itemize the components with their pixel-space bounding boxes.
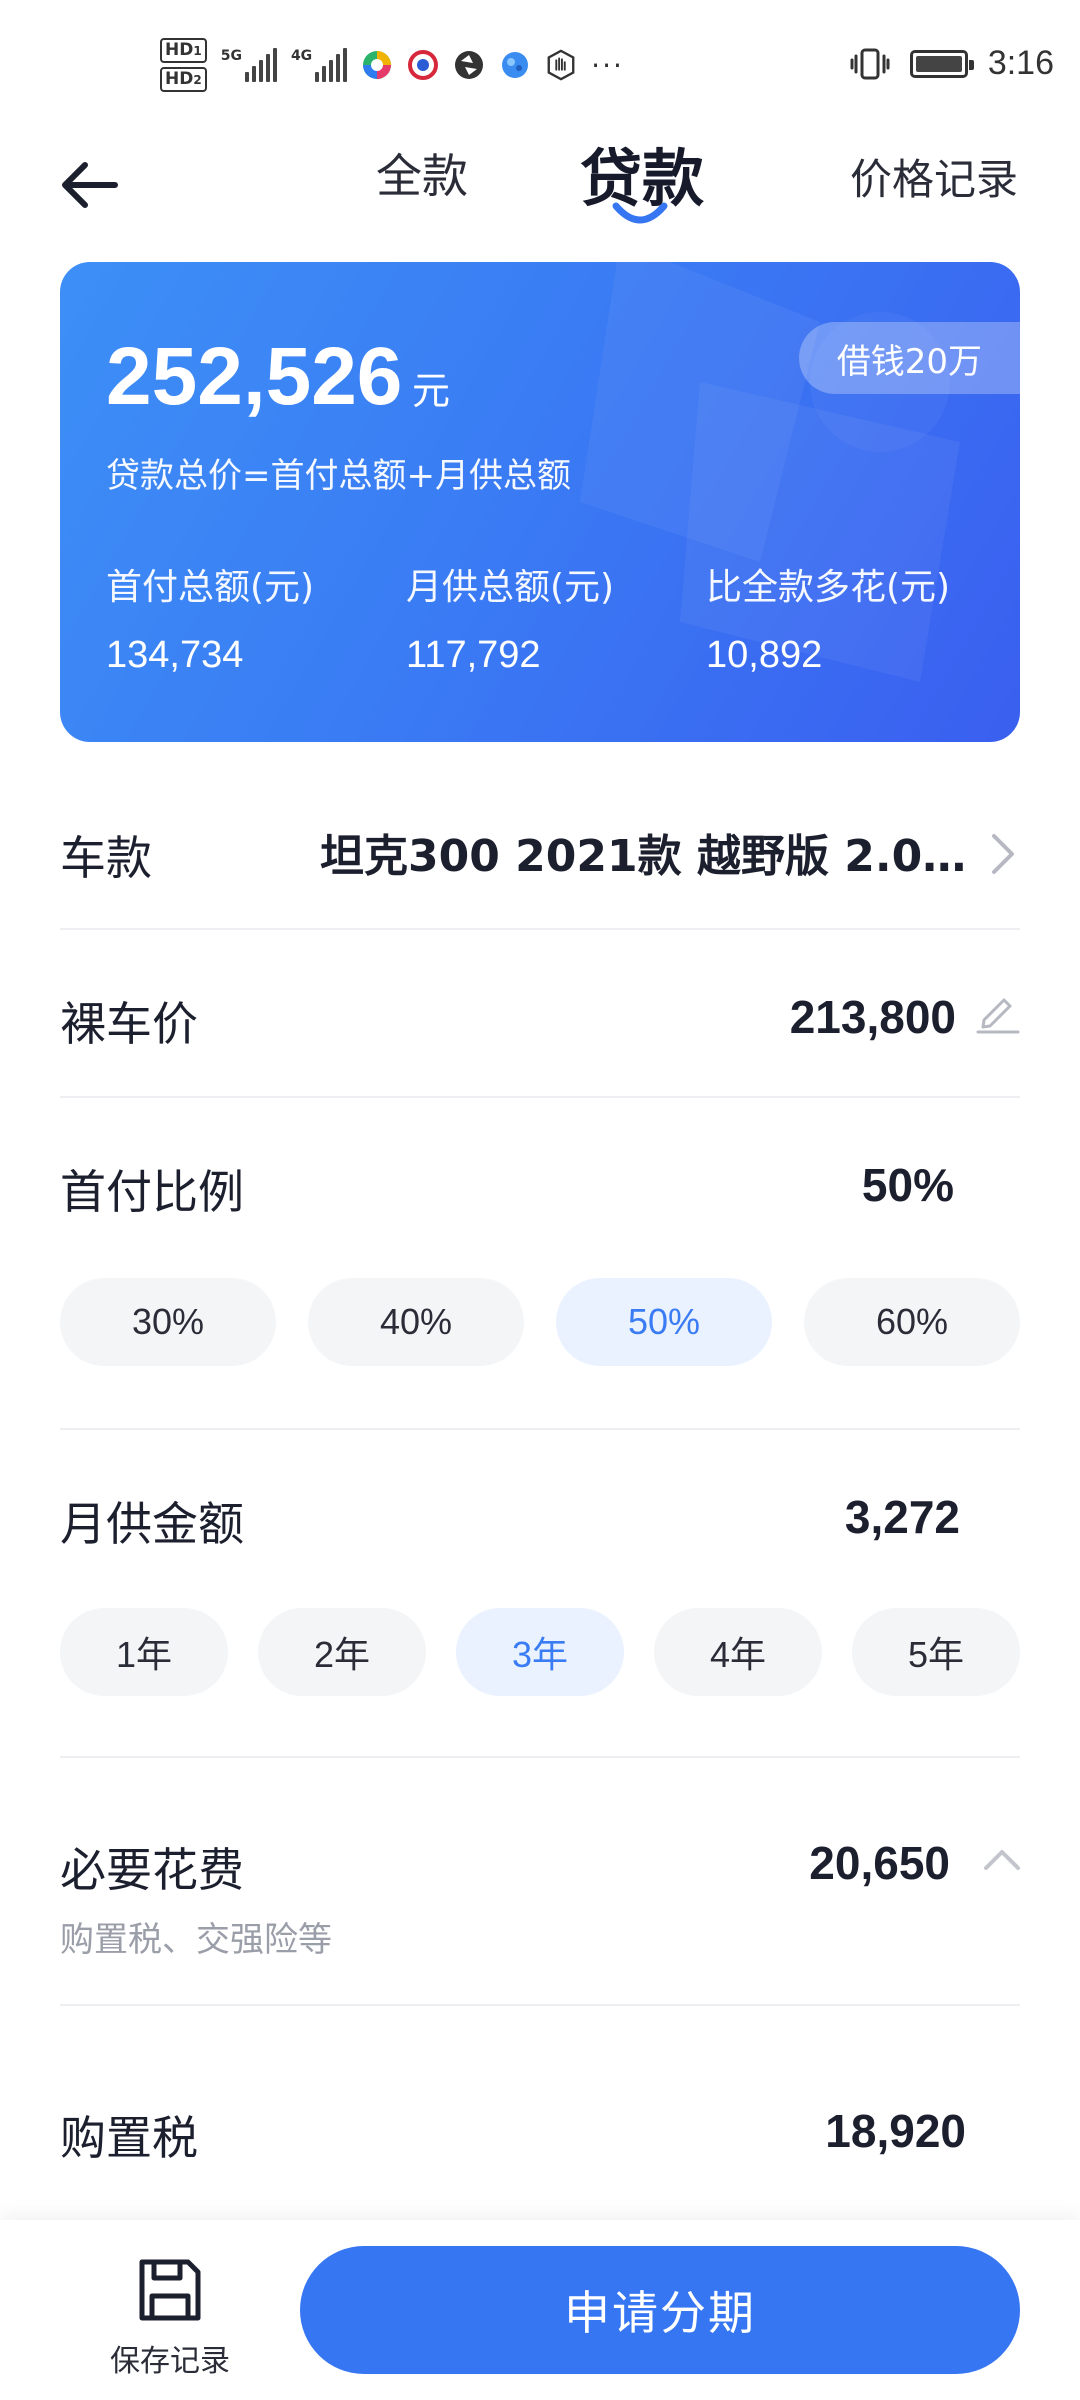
- divider: [60, 1096, 1020, 1098]
- status-right: 3:16: [850, 44, 1054, 83]
- more-notifications: ···: [591, 48, 624, 82]
- save-disk-icon: [139, 2259, 201, 2321]
- bare-price-label: 裸车价: [60, 997, 198, 1051]
- loan-term-option[interactable]: 5年: [852, 1608, 1020, 1696]
- status-left: HD1 HD2 5G 4G ···: [160, 38, 624, 92]
- signal-bars-icon: [315, 48, 348, 82]
- loan-term-option-selected[interactable]: 3年: [456, 1608, 624, 1696]
- divider: [60, 1756, 1020, 1758]
- hd-indicators: HD1 HD2: [160, 38, 207, 92]
- model-value[interactable]: 坦克300 2021款 越野版 2.0T...: [320, 820, 980, 884]
- down-payment-value: 50%: [861, 1159, 954, 1211]
- divider: [60, 928, 1020, 930]
- bottom-action-bar: 保存记录 申请分期: [0, 2220, 1080, 2400]
- tab-active-indicator: [612, 202, 668, 224]
- back-arrow-icon: [62, 162, 118, 208]
- hand-icon: [545, 49, 577, 81]
- metric-down-payment: 首付总额(元) 134,734: [106, 558, 314, 677]
- hd2-badge: HD2: [160, 67, 207, 92]
- chevron-right-icon[interactable]: [990, 832, 1016, 876]
- down-payment-option-selected[interactable]: 50%: [556, 1278, 772, 1366]
- metric-label: 比全款多花(元): [706, 567, 951, 608]
- monthly-payment-value: 3,272: [844, 1491, 960, 1543]
- metric-extra-cost: 比全款多花(元) 10,892: [706, 558, 950, 677]
- metric-value: 134,734: [106, 634, 244, 676]
- app-notification-icon: [453, 49, 485, 81]
- tab-full-payment[interactable]: 全款: [376, 140, 468, 206]
- hd1-badge: HD1: [160, 38, 207, 63]
- divider: [60, 1428, 1020, 1430]
- save-record-label: 保存记录: [110, 2344, 230, 2379]
- down-payment-options: 30% 40% 50% 60%: [60, 1278, 1020, 1366]
- edit-icon[interactable]: [974, 988, 1020, 1034]
- app-notification-icon: [361, 49, 393, 81]
- loan-term-option[interactable]: 2年: [258, 1608, 426, 1696]
- down-payment-option[interactable]: 40%: [308, 1278, 524, 1366]
- app-notification-icon: [407, 49, 439, 81]
- model-label: 车款: [60, 831, 152, 885]
- loan-term-options: 1年 2年 3年 4年 5年: [60, 1608, 1020, 1696]
- save-record-button[interactable]: 保存记录: [100, 2254, 240, 2384]
- metric-label: 首付总额(元): [106, 567, 315, 608]
- app-notification-icon: [499, 49, 531, 81]
- status-time: 3:16: [987, 44, 1054, 82]
- status-bar: HD1 HD2 5G 4G ··· 3:16: [0, 0, 1080, 130]
- down-payment-option[interactable]: 30%: [60, 1278, 276, 1366]
- down-payment-option[interactable]: 60%: [804, 1278, 1020, 1366]
- purchase-tax-value: 18,920: [825, 2105, 966, 2157]
- loan-summary-card: 借钱20万 252,526 元 贷款总价=首付总额+月供总额 首付总额(元) 1…: [60, 262, 1020, 742]
- total-price-unit: 元: [412, 369, 451, 413]
- price-record-link[interactable]: 价格记录: [850, 146, 1018, 207]
- down-payment-label: 首付比例: [60, 1165, 244, 1219]
- loan-term-option[interactable]: 4年: [654, 1608, 822, 1696]
- metric-label: 月供总额(元): [406, 567, 615, 608]
- signal-bars-icon: [244, 48, 277, 82]
- loan-amount-tag: 借钱20万: [798, 322, 1020, 394]
- required-fees-value: 20,650: [809, 1837, 950, 1889]
- apply-installment-button[interactable]: 申请分期: [300, 2246, 1020, 2374]
- bare-price-value: 213,800: [789, 991, 956, 1043]
- metric-value: 10,892: [706, 634, 823, 676]
- purchase-tax-label: 购置税: [60, 2111, 198, 2165]
- loan-formula: 贷款总价=首付总额+月供总额: [106, 456, 571, 496]
- page: HD1 HD2 5G 4G ··· 3:16 全款 贷款 价格记录 借钱20万 …: [0, 0, 1080, 2400]
- required-fees-note: 购置税、交强险等: [60, 1920, 332, 1960]
- signal-5g: 5G: [221, 48, 277, 82]
- net-label-5g: 5G: [220, 48, 242, 64]
- monthly-payment-label: 月供金额: [60, 1497, 244, 1551]
- signal-4g: 4G: [290, 48, 348, 82]
- vibrate-icon: [850, 48, 890, 80]
- divider: [60, 2004, 1020, 2006]
- metric-monthly-total: 月供总额(元) 117,792: [406, 558, 614, 677]
- battery-icon: [909, 49, 974, 78]
- loan-term-option[interactable]: 1年: [60, 1608, 228, 1696]
- back-button[interactable]: [54, 150, 124, 220]
- metric-value: 117,792: [406, 634, 541, 676]
- required-fees-label: 必要花费: [60, 1843, 244, 1897]
- net-label-4g: 4G: [290, 48, 313, 64]
- chevron-up-icon[interactable]: [982, 1846, 1022, 1872]
- loan-total-price: 252,526: [106, 331, 403, 422]
